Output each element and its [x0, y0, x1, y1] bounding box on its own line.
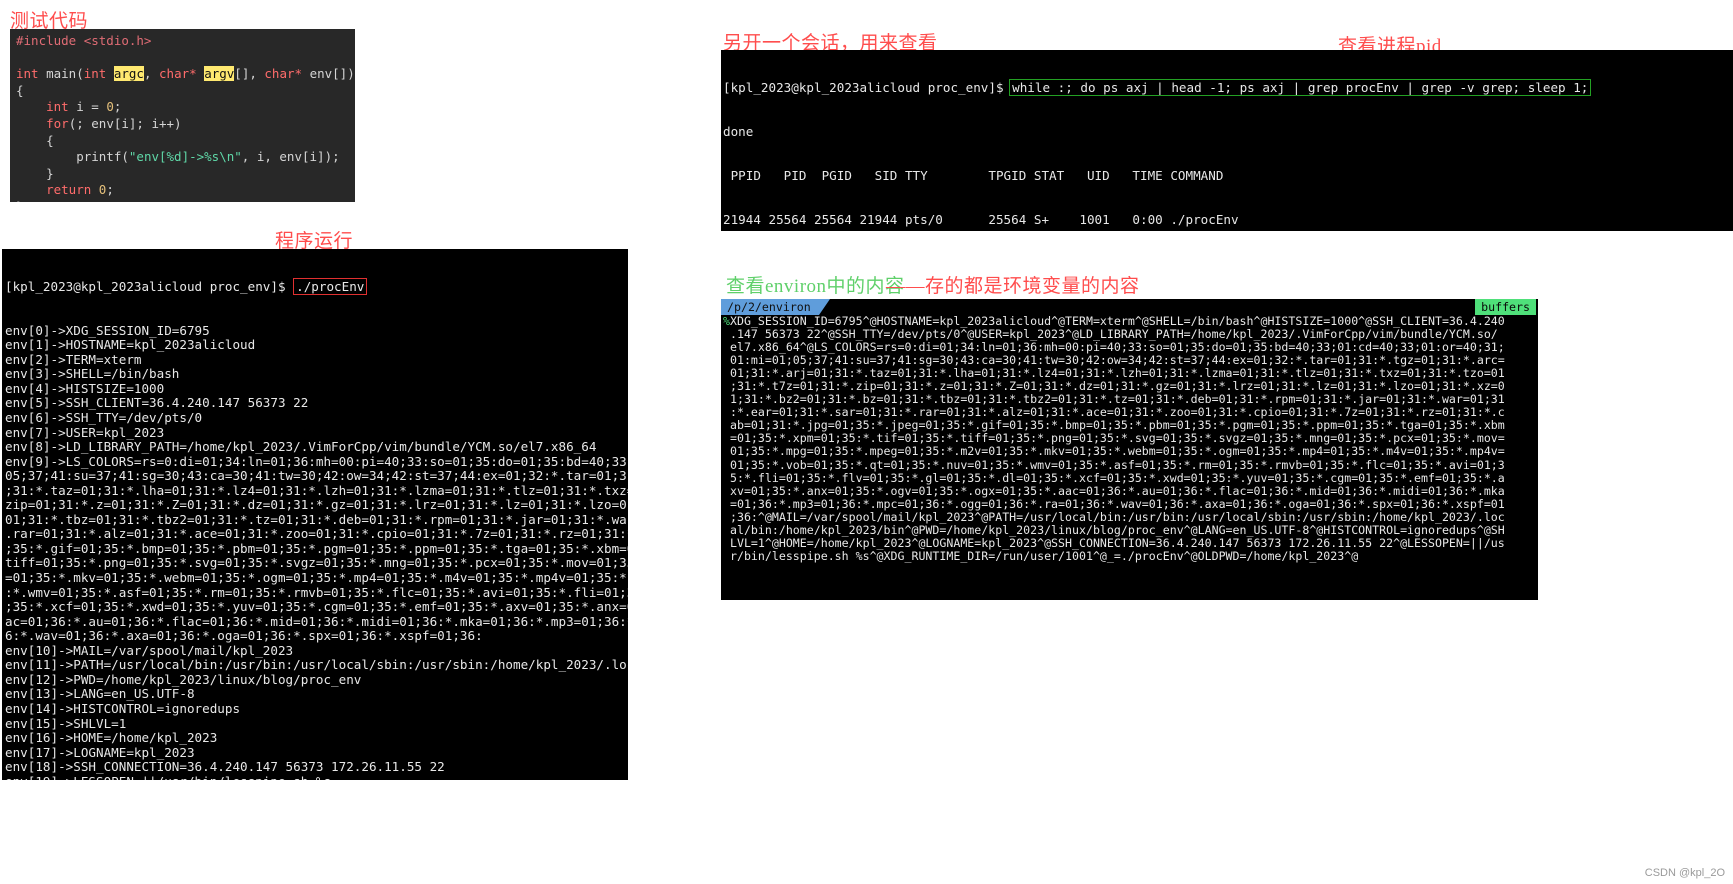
- code-string-format: "env[%d]->%s\n": [128, 149, 242, 165]
- env-output-line: env[16]->HOME=/home/kpl_2023: [5, 730, 218, 746]
- env-output-line: ;35:*.gif=01;35:*.bmp=01;35:*.pbm=01;35:…: [5, 540, 628, 556]
- vim-line: xv=01;35:*.anx=01;35:*.ogv=01;35:*.ogx=0…: [723, 483, 1505, 498]
- env-output-line: env[5]->SSH_CLIENT=36.4.240.147 56373 22: [5, 395, 309, 411]
- code-line-openbrace: {: [16, 82, 24, 98]
- env-output-line: env[19]->LESSOPEN=||/usr/bin/lesspipe.sh…: [5, 774, 628, 780]
- vim-line: LVL=1^@HOME=/home/kpl_2023^@LOGNAME=kpl_…: [723, 535, 1505, 550]
- code-token-main: main(: [38, 66, 84, 82]
- command-run-procenv: ./procEnv: [293, 278, 368, 296]
- code-comma: ,: [143, 66, 160, 82]
- vim-line: =01;36:*.mp3=01;36:*.mpc=01;36:*.ogg=01;…: [723, 496, 1505, 511]
- code-token-int3: int: [16, 99, 69, 115]
- env-output-line: env[6]->SSH_TTY=/dev/pts/0: [5, 410, 203, 426]
- env-output-line: env[17]->LOGNAME=kpl_2023: [5, 744, 195, 760]
- code-line-closebrace: }: [16, 199, 24, 202]
- env-output-line: env[14]->HISTCONTROL=ignoredups: [5, 700, 241, 716]
- terminal-ps-header: PPID PID PGID SID TTY TPGID STAT UID TIM…: [723, 167, 1224, 183]
- vim-tabline: /p/2/environ buffers: [721, 299, 1538, 315]
- vim-line: 5:*.fli=01;35:*.flv=01;35:*.gl=01;35:*.d…: [723, 470, 1505, 485]
- env-output-line: env[3]->SHELL=/bin/bash: [5, 366, 180, 382]
- code-token-return: return: [16, 182, 92, 198]
- shell-prompt-1: [kpl_2023@kpl_2023alicloud proc_env]$: [723, 80, 1012, 96]
- code-space3: [91, 182, 99, 197]
- terminal-env-window[interactable]: [kpl_2023@kpl_2023alicloud proc_env]$ ./…: [2, 249, 628, 780]
- vim-buffer-content: %XDG_SESSION_ID=6795^@HOSTNAME=kpl_2023a…: [721, 314, 1538, 563]
- code-semicolon2: ;: [106, 182, 114, 198]
- screenshot-root: 测试代码 #include <stdio.h> int main(int arg…: [0, 0, 1733, 884]
- shell-prompt-env: [kpl_2023@kpl_2023alicloud proc_env]$: [5, 279, 294, 295]
- code-token-int2: int: [83, 66, 107, 82]
- annotation-view-environ-red: ——存的都是环境变量的内容: [886, 276, 1140, 297]
- vim-line: 01;35:*.vob=01;35:*.qt=01;35:*.nuv=01;35…: [723, 457, 1505, 472]
- code-line-closebrace2: }: [16, 165, 54, 181]
- code-token-int: int: [16, 66, 39, 82]
- code-semicolon: ;: [113, 99, 122, 115]
- env-output-line: env[13]->LANG=en_US.UTF-8: [5, 686, 195, 702]
- code-printf-args: , i, env[i]);: [241, 149, 340, 165]
- code-var-i: i =: [68, 99, 107, 115]
- env-output-line: env[8]->LD_LIBRARY_PATH=/home/kpl_2023/.…: [5, 439, 597, 455]
- env-output-line: env[18]->SSH_CONNECTION=36.4.240.147 563…: [5, 759, 445, 775]
- vim-line: r/bin/lesspipe.sh %s^@XDG_RUNTIME_DIR=/r…: [723, 548, 1359, 563]
- env-output-lines: env[0]->XDG_SESSION_ID=6795 env[1]->HOSTN…: [5, 322, 628, 780]
- env-output-line: ;31:*.taz=01;31:*.lha=01;31:*.lz4=01;31:…: [5, 482, 628, 498]
- env-output-line: env[7]->USER=kpl_2023: [5, 424, 165, 440]
- code-token-for: for: [16, 115, 69, 131]
- code-highlight-argv: argv: [204, 66, 235, 82]
- env-output-line: ac=01;36:*.au=01;36:*.flac=01;36:*.mid=0…: [5, 613, 628, 629]
- env-output-line: =01;35:*.mkv=01;35:*.webm=01;35:*.ogm=01…: [5, 570, 628, 586]
- env-output-line: 01;31:*.tbz=01;31:*.tbz2=01;31:*.tz=01;3…: [5, 511, 628, 527]
- c-code-block: #include <stdio.h> int main(int argc, ch…: [10, 29, 355, 202]
- code-token-charptr: char*: [159, 66, 197, 82]
- code-for-body: (; env[i]; i++): [68, 115, 182, 131]
- code-line-openbrace2: {: [16, 132, 54, 148]
- env-output-line: tiff=01;35:*.png=01;35:*.svg=01;35:*.svg…: [5, 555, 628, 571]
- terminal-ps-row: 21944 25564 25564 21944 pts/0 25564 S+ 1…: [723, 211, 1239, 227]
- vim-line: al/bin:/home/kpl_2023/bin^@PWD=/home/kpl…: [723, 522, 1505, 537]
- vim-window[interactable]: /p/2/environ buffers %XDG_SESSION_ID=679…: [721, 299, 1538, 600]
- env-output-line: env[12]->PWD=/home/kpl_2023/linux/blog/p…: [5, 671, 362, 687]
- code-token-charptr2: char*: [264, 66, 303, 82]
- env-output-line: env[0]->XDG_SESSION_ID=6795: [5, 322, 210, 338]
- vim-tab-environ[interactable]: /p/2/environ: [721, 299, 830, 315]
- code-num-zero: 0: [106, 99, 114, 115]
- code-highlight-argc: argc: [113, 66, 144, 82]
- vim-line: 01;35:*.mpg=01;35:*.mpeg=01;35:*.m2v=01;…: [723, 444, 1505, 459]
- env-output-line: :*.wmv=01;35:*.asf=01;35:*.rm=01;35:*.rm…: [5, 584, 628, 600]
- terminal-env-prompt-line: [kpl_2023@kpl_2023alicloud proc_env]$ ./…: [5, 278, 628, 296]
- env-output-line: env[11]->PATH=/usr/local/bin:/usr/bin:/u…: [5, 657, 628, 673]
- terminal-ps-prompt-line-1: [kpl_2023@kpl_2023alicloud proc_env]$ wh…: [723, 79, 1733, 97]
- env-output-line: ;35:*.xcf=01;35:*.xwd=01;35:*.yuv=01;35:…: [5, 599, 628, 615]
- annotation-view-environ-green: 查看environ中的内容: [726, 276, 905, 297]
- watermark: CSDN @kpl_2O: [1644, 867, 1725, 879]
- env-output-line: env[2]->TERM=xterm: [5, 351, 142, 367]
- terminal-ps-window[interactable]: [kpl_2023@kpl_2023alicloud proc_env]$ wh…: [721, 50, 1733, 231]
- code-token-env: env[]): [302, 66, 355, 82]
- env-output-line: zip=01;31:*.z=01;31:*.Z=01;31:*.dz=01;31…: [5, 497, 628, 513]
- command-while-loop: while :; do ps axj | head -1; ps axj | g…: [1009, 79, 1592, 97]
- code-line-include: #include <stdio.h>: [16, 33, 152, 48]
- env-output-line: 05;37;41:su=37;41:sg=30;43:ca=30;41:tw=3…: [5, 468, 628, 484]
- vim-buffers-label[interactable]: buffers: [1475, 299, 1536, 315]
- env-output-line: env[9]->LS_COLORS=rs=0:di=01;34:ln=01;36…: [5, 453, 628, 469]
- env-output-line: env[1]->HOSTNAME=kpl_2023alicloud: [5, 337, 256, 353]
- env-output-line: env[4]->HISTSIZE=1000: [5, 380, 165, 396]
- vim-sign-marker: %: [723, 314, 730, 328]
- env-output-line: 6:*.wav=01;36:*.axa=01;36:*.oga=01;36:*.…: [5, 628, 483, 644]
- terminal-ps-done-line: done: [723, 123, 754, 139]
- env-output-line: .rar=01;31:*.alz=01;31:*.ace=01;31:*.zoo…: [5, 526, 628, 542]
- code-token-printf: printf(: [16, 149, 129, 165]
- vim-line: ;36:^@MAIL=/var/spool/mail/kpl_2023^@PAT…: [723, 509, 1505, 524]
- env-output-line: env[15]->SHLVL=1: [5, 715, 127, 731]
- env-output-line: env[10]->MAIL=/var/spool/mail/kpl_2023: [5, 642, 294, 658]
- code-brackets: [],: [234, 66, 265, 82]
